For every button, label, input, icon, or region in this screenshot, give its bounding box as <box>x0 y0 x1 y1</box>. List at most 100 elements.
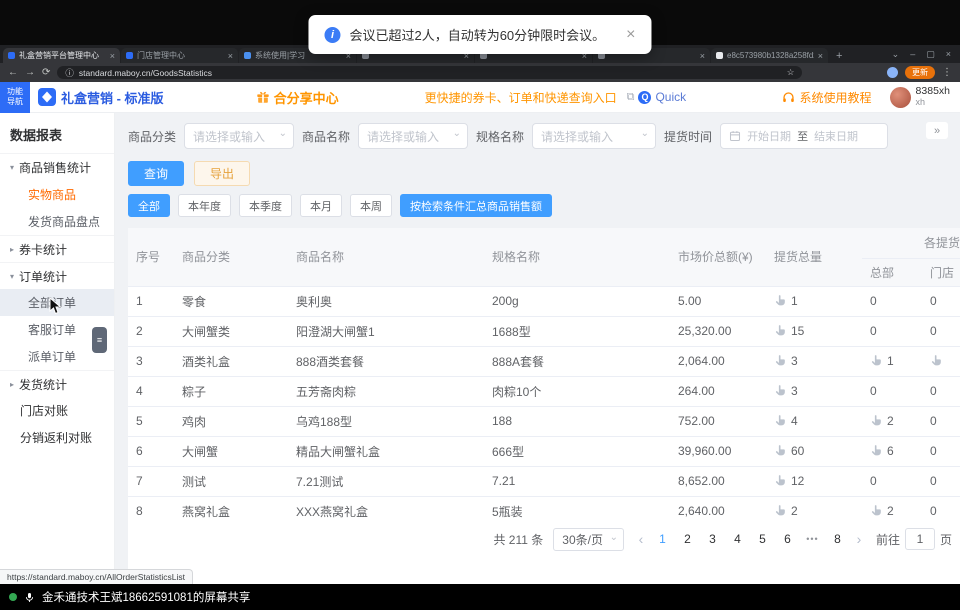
sidebar-item[interactable]: ▸发货统计 <box>0 370 114 397</box>
bookmark-star-icon[interactable]: ☆ <box>787 67 795 78</box>
next-page-icon[interactable]: › <box>852 531 866 547</box>
table-cell: 2 <box>128 316 174 346</box>
new-tab-button[interactable]: + <box>836 50 842 62</box>
table-scroll-area[interactable]: 序号商品分类商品名称规格名称市场价总额(¥)提货总量各提货渠道总部门店 1零食奥… <box>128 228 960 522</box>
browser-profile-icon[interactable] <box>887 67 898 78</box>
browser-tab[interactable]: 礼盒营销平台管理中心× <box>3 48 120 63</box>
period-tab[interactable]: 本季度 <box>239 194 292 217</box>
pickup-total-cell[interactable]: 12 <box>766 466 862 496</box>
page-number[interactable]: 2 <box>677 528 698 550</box>
pickup-total-cell[interactable]: 60 <box>766 436 862 466</box>
pages-ellipsis-icon[interactable]: ••• <box>802 534 823 544</box>
sidebar-item[interactable]: 分销返利对账 <box>0 424 114 451</box>
pointer-hand-icon <box>870 504 883 517</box>
page-number[interactable]: 1 <box>652 528 673 550</box>
page-number[interactable]: 6 <box>777 528 798 550</box>
goods-name-select[interactable]: 请选择或输入 ⌄ <box>358 123 468 149</box>
category-select[interactable]: 请选择或输入 ⌄ <box>184 123 294 149</box>
user-meta: 8385xh xh <box>916 86 950 107</box>
user-menu[interactable]: 8385xh xh <box>890 86 950 107</box>
window-close-button[interactable]: × <box>946 49 951 60</box>
channel-value: 1 <box>791 294 798 308</box>
share-center-link[interactable]: 合分享中心 <box>256 88 339 107</box>
promo-link[interactable]: 更快捷的券卡、订单和快递查询入口 <box>425 89 617 106</box>
channel-value: 2 <box>887 414 894 428</box>
hq-channel-cell[interactable]: 1 <box>862 346 922 376</box>
tab-favicon-icon <box>8 52 15 59</box>
function-nav-toggle[interactable]: 功能 导航 <box>0 82 30 113</box>
table-cell: 大闸蟹 <box>174 436 288 466</box>
sharing-status-icon <box>9 593 17 601</box>
tab-close-icon[interactable]: × <box>228 51 233 61</box>
date-range-picker[interactable]: 开始日期 至 结束日期 <box>720 123 888 149</box>
tab-close-icon[interactable]: × <box>818 51 823 61</box>
chevron-down-icon: ⌄ <box>610 532 618 543</box>
pointer-hand-icon <box>774 504 787 517</box>
table-row: 7测试7.21测试7.218,652.001200 <box>128 466 960 496</box>
chrome-update-button[interactable]: 更新 <box>905 66 935 79</box>
page-jump-input[interactable] <box>905 528 935 550</box>
hq-channel-cell[interactable]: 2 <box>862 406 922 436</box>
sidebar-item[interactable]: ▸券卡统计 <box>0 235 114 262</box>
channel-value: 4 <box>791 414 798 428</box>
spec-select[interactable]: 请选择或输入 ⌄ <box>532 123 656 149</box>
address-bar[interactable]: ⓘ standard.maboy.cn/GoodsStatistics ☆ <box>57 66 802 79</box>
period-tab[interactable]: 本月 <box>300 194 342 217</box>
kebab-menu-icon[interactable]: ⋮ <box>942 68 952 78</box>
brand-title: 礼盒营销 - 标准版 <box>61 88 164 107</box>
pickup-total-cell[interactable]: 3 <box>766 346 862 376</box>
sidebar-item[interactable]: ▾商品销售统计 <box>0 154 114 181</box>
site-info-icon[interactable]: ⓘ <box>65 67 74 79</box>
browser-tab[interactable]: 门店管理中心× <box>121 48 238 63</box>
period-tab[interactable]: 全部 <box>128 194 170 217</box>
share-center-label: 合分享中心 <box>274 88 339 107</box>
quick-entry[interactable]: ⧉ Q Quick <box>627 90 687 104</box>
pointer-hand-icon <box>774 354 787 367</box>
page-number[interactable]: 4 <box>727 528 748 550</box>
sidebar-item[interactable]: 全部订单 <box>0 289 114 316</box>
query-button[interactable]: 查询 <box>128 161 184 186</box>
pickup-total-cell[interactable]: 3 <box>766 376 862 406</box>
period-tab[interactable]: 本年度 <box>178 194 231 217</box>
period-tab[interactable]: 本周 <box>350 194 392 217</box>
sidebar-item-label: 派单订单 <box>28 348 76 365</box>
pickup-total-cell[interactable]: 2 <box>766 496 862 522</box>
browser-tab[interactable]: e8c573980b1328a258fd2e6...× <box>711 48 828 63</box>
minimize-button[interactable]: – <box>910 49 915 60</box>
forward-icon[interactable]: → <box>25 68 35 78</box>
sidebar-item[interactable]: 发货商品盘点 <box>0 208 114 235</box>
hq-channel-cell: 0 <box>862 466 922 496</box>
store-channel-cell[interactable] <box>922 346 960 376</box>
sidebar-collapse-handle[interactable]: ≡ <box>92 327 107 353</box>
page-number[interactable]: 8 <box>827 528 848 550</box>
page-number[interactable]: 3 <box>702 528 723 550</box>
toast-close-icon[interactable]: × <box>626 26 635 44</box>
prev-page-icon[interactable]: ‹ <box>634 531 648 547</box>
panel-collapse-button[interactable]: » <box>926 122 948 139</box>
export-button[interactable]: 导出 <box>194 161 250 186</box>
sidebar-item[interactable]: ▾订单统计 <box>0 262 114 289</box>
reload-icon[interactable]: ⟳ <box>42 68 50 78</box>
pointer-hand-icon <box>870 414 883 427</box>
page-size-select[interactable]: 30条/页 ⌄ <box>553 528 624 551</box>
pickup-total-cell[interactable]: 1 <box>766 286 862 316</box>
link-preview-bubble: https://standard.maboy.cn/AllOrderStatis… <box>0 569 193 584</box>
channel-value: 6 <box>887 444 894 458</box>
tab-search-icon[interactable]: ⌄ <box>892 49 900 60</box>
tab-close-icon[interactable]: × <box>700 51 705 61</box>
sidebar-item[interactable]: 实物商品 <box>0 181 114 208</box>
pickup-total-cell[interactable]: 4 <box>766 406 862 436</box>
table-cell: 燕窝礼盒 <box>174 496 288 522</box>
table-cell: 264.00 <box>670 376 766 406</box>
tab-close-icon[interactable]: × <box>110 51 115 61</box>
pickup-total-cell[interactable]: 15 <box>766 316 862 346</box>
back-icon[interactable]: ← <box>8 68 18 78</box>
sidebar-item[interactable]: 门店对账 <box>0 397 114 424</box>
hq-channel-cell[interactable]: 2 <box>862 496 922 522</box>
page-number[interactable]: 5 <box>752 528 773 550</box>
system-tutorial-link[interactable]: 系统使用教程 <box>782 89 872 106</box>
pagination: 共 211 条 30条/页 ⌄ ‹123456•••8› 前往 页 <box>128 522 960 556</box>
hq-channel-cell[interactable]: 6 <box>862 436 922 466</box>
maximize-button[interactable]: ▢ <box>926 49 935 60</box>
period-tab[interactable]: 按检索条件汇总商品销售额 <box>400 194 552 217</box>
